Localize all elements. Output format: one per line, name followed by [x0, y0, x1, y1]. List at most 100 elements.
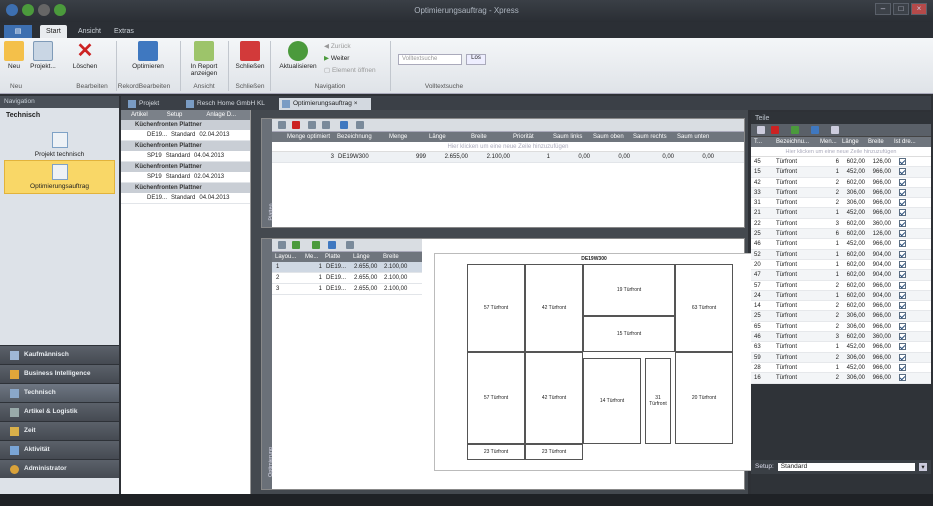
new-row-hint[interactable]: Hier klicken um eine neue Zeile hinzuzuf…: [751, 147, 931, 157]
col[interactable]: Menge optimiert: [284, 132, 334, 142]
platten-row[interactable]: 3 DE19W300 999 2.655,00 2.100,00 1 0,00 …: [272, 152, 744, 163]
checkbox[interactable]: [899, 343, 906, 351]
checkbox[interactable]: [899, 291, 906, 299]
col[interactable]: T...: [751, 137, 773, 147]
layout-row[interactable]: 1 1 DE19... 2.655,00 2.100,00: [272, 262, 422, 273]
checkbox[interactable]: [899, 374, 906, 382]
chevron-down-icon[interactable]: ▾: [919, 463, 927, 471]
col[interactable]: Länge: [839, 137, 865, 147]
teile-row[interactable]: 47 Türfront 1 602,00 904,00: [751, 270, 931, 281]
plan-piece[interactable]: 15 Türfront: [583, 316, 675, 352]
col[interactable]: Länge: [426, 132, 468, 142]
checkbox[interactable]: [899, 281, 906, 289]
teile-row[interactable]: 33 Türfront 2 306,00 966,00: [751, 187, 931, 199]
nav-icon[interactable]: [278, 241, 286, 249]
plan-piece[interactable]: 31 Türfront: [645, 358, 671, 444]
checkbox[interactable]: [899, 168, 906, 176]
col[interactable]: Me...: [302, 252, 322, 262]
checkbox[interactable]: [899, 158, 906, 165]
tree-group[interactable]: Küchenfronten Plattner: [121, 120, 250, 130]
checkbox[interactable]: [899, 322, 906, 330]
teile-row[interactable]: 16 Türfront 2 306,00 966,00: [751, 373, 931, 384]
close-tab-icon[interactable]: ×: [354, 100, 358, 107]
refresh-button[interactable]: Aktualisieren: [276, 41, 320, 70]
close-doc-button[interactable]: Schließen: [234, 41, 266, 70]
teile-row[interactable]: 57 Türfront 2 602,00 966,00: [751, 280, 931, 291]
setup-select[interactable]: Standard: [777, 463, 915, 471]
teile-row[interactable]: 31 Türfront 2 306,00 966,00: [751, 198, 931, 209]
plan-piece[interactable]: 19 Türfront: [583, 264, 675, 316]
optimize-button[interactable]: Optimieren: [126, 41, 170, 70]
delete-button[interactable]: ✕ Löschen: [70, 41, 100, 70]
layout-row[interactable]: 2 1 DE19... 2.655,00 2.100,00: [272, 273, 422, 284]
col-artikel[interactable]: Artikel: [121, 110, 167, 120]
checkbox[interactable]: [899, 260, 906, 268]
tab-extras[interactable]: Extras: [108, 25, 140, 38]
nav-aktivitaet[interactable]: Aktivität: [0, 440, 119, 459]
view-icon[interactable]: [340, 121, 348, 129]
plan-piece[interactable]: 63 Türfront: [675, 264, 733, 352]
layout-row[interactable]: 3 1 DE19... 2.655,00 2.100,00: [272, 284, 422, 295]
fulltext-search-input[interactable]: Volltextsuche: [398, 54, 462, 65]
tab-start[interactable]: Start: [40, 25, 67, 38]
teile-row[interactable]: 59 Türfront 2 306,00 966,00: [751, 352, 931, 363]
sidebar-item-optimierungsauftrag[interactable]: Optimierungsauftrag: [4, 160, 115, 194]
plan-piece[interactable]: 20 Türfront: [675, 352, 733, 444]
teile-row[interactable]: 45 Türfront 6 602,00 126,00: [751, 157, 931, 168]
col[interactable]: Breite: [865, 137, 891, 147]
checkbox[interactable]: [899, 199, 906, 207]
tab-ansicht[interactable]: Ansicht: [72, 25, 107, 38]
plan-piece[interactable]: 42 Türfront: [525, 352, 583, 444]
col[interactable]: Breite: [380, 252, 410, 262]
teile-row[interactable]: 24 Türfront 1 602,00 904,00: [751, 290, 931, 302]
print-icon[interactable]: [831, 126, 839, 134]
col[interactable]: Saum links: [550, 132, 590, 142]
nav-zeit[interactable]: Zeit: [0, 421, 119, 440]
teile-row[interactable]: 20 Türfront 1 602,00 904,00: [751, 259, 931, 271]
col-anlage[interactable]: Anlage D...: [206, 110, 250, 120]
nav-business-intelligence[interactable]: Business Intelligence: [0, 364, 119, 383]
check-icon[interactable]: [312, 241, 320, 249]
col[interactable]: Layou...: [272, 252, 302, 262]
plan-piece[interactable]: 42 Türfront: [525, 264, 583, 352]
search-go-button[interactable]: Los: [466, 54, 486, 65]
tab-resch-home[interactable]: Resch Home GmbH KL: [183, 98, 275, 110]
new-row-hint[interactable]: Hier klicken um eine neue Zeile hinzuzuf…: [272, 142, 744, 152]
checkbox[interactable]: [899, 271, 906, 279]
teile-row[interactable]: 28 Türfront 1 452,00 966,00: [751, 362, 931, 374]
checkbox[interactable]: [899, 209, 906, 217]
tree-group[interactable]: Küchenfronten Plattner: [121, 141, 250, 151]
teile-row[interactable]: 65 Türfront 2 306,00 966,00: [751, 321, 931, 333]
nav-next-icon[interactable]: [322, 121, 330, 129]
back-nav-button[interactable]: ◀ Zurück: [324, 42, 351, 50]
nav-technisch[interactable]: Technisch: [0, 383, 119, 402]
new-button[interactable]: Neu: [4, 41, 24, 70]
project-button[interactable]: Projekt...: [28, 41, 58, 70]
nav-first-icon[interactable]: [308, 121, 316, 129]
checkbox[interactable]: [899, 312, 906, 320]
col[interactable]: Ist dre...: [891, 137, 921, 147]
teile-row[interactable]: 22 Türfront 3 602,00 360,00: [751, 218, 931, 230]
tree-group[interactable]: Küchenfronten Plattner: [121, 162, 250, 172]
tree-group[interactable]: Küchenfronten Plattner: [121, 183, 250, 193]
report-button[interactable]: In Report anzeigen: [184, 41, 224, 77]
checkbox[interactable]: [899, 178, 906, 186]
delete-row-icon[interactable]: [771, 126, 779, 134]
tree-row[interactable]: DE19... Standard 04.04.2013: [121, 193, 250, 204]
view-icon[interactable]: [811, 126, 819, 134]
new-row-icon[interactable]: [278, 121, 286, 129]
plan-piece[interactable]: 57 Türfront: [467, 352, 525, 444]
col[interactable]: Saum oben: [590, 132, 630, 142]
checkbox[interactable]: [899, 230, 906, 238]
checkbox[interactable]: [899, 302, 906, 310]
forward-nav-button[interactable]: ▶ Weiter: [324, 54, 349, 62]
teile-row[interactable]: 52 Türfront 1 602,00 904,00: [751, 249, 931, 260]
tab-optimierungsauftrag[interactable]: Optimierungsauftrag ×: [279, 98, 371, 110]
checkbox[interactable]: [899, 250, 906, 258]
print-icon[interactable]: [356, 121, 364, 129]
teile-row[interactable]: 15 Türfront 1 452,00 966,00: [751, 167, 931, 178]
view-icon[interactable]: [328, 241, 336, 249]
col[interactable]: Bezeichnung: [334, 132, 386, 142]
open-element-button[interactable]: ▢ Element öffnen: [324, 66, 376, 74]
file-tab[interactable]: ▤: [4, 25, 32, 38]
